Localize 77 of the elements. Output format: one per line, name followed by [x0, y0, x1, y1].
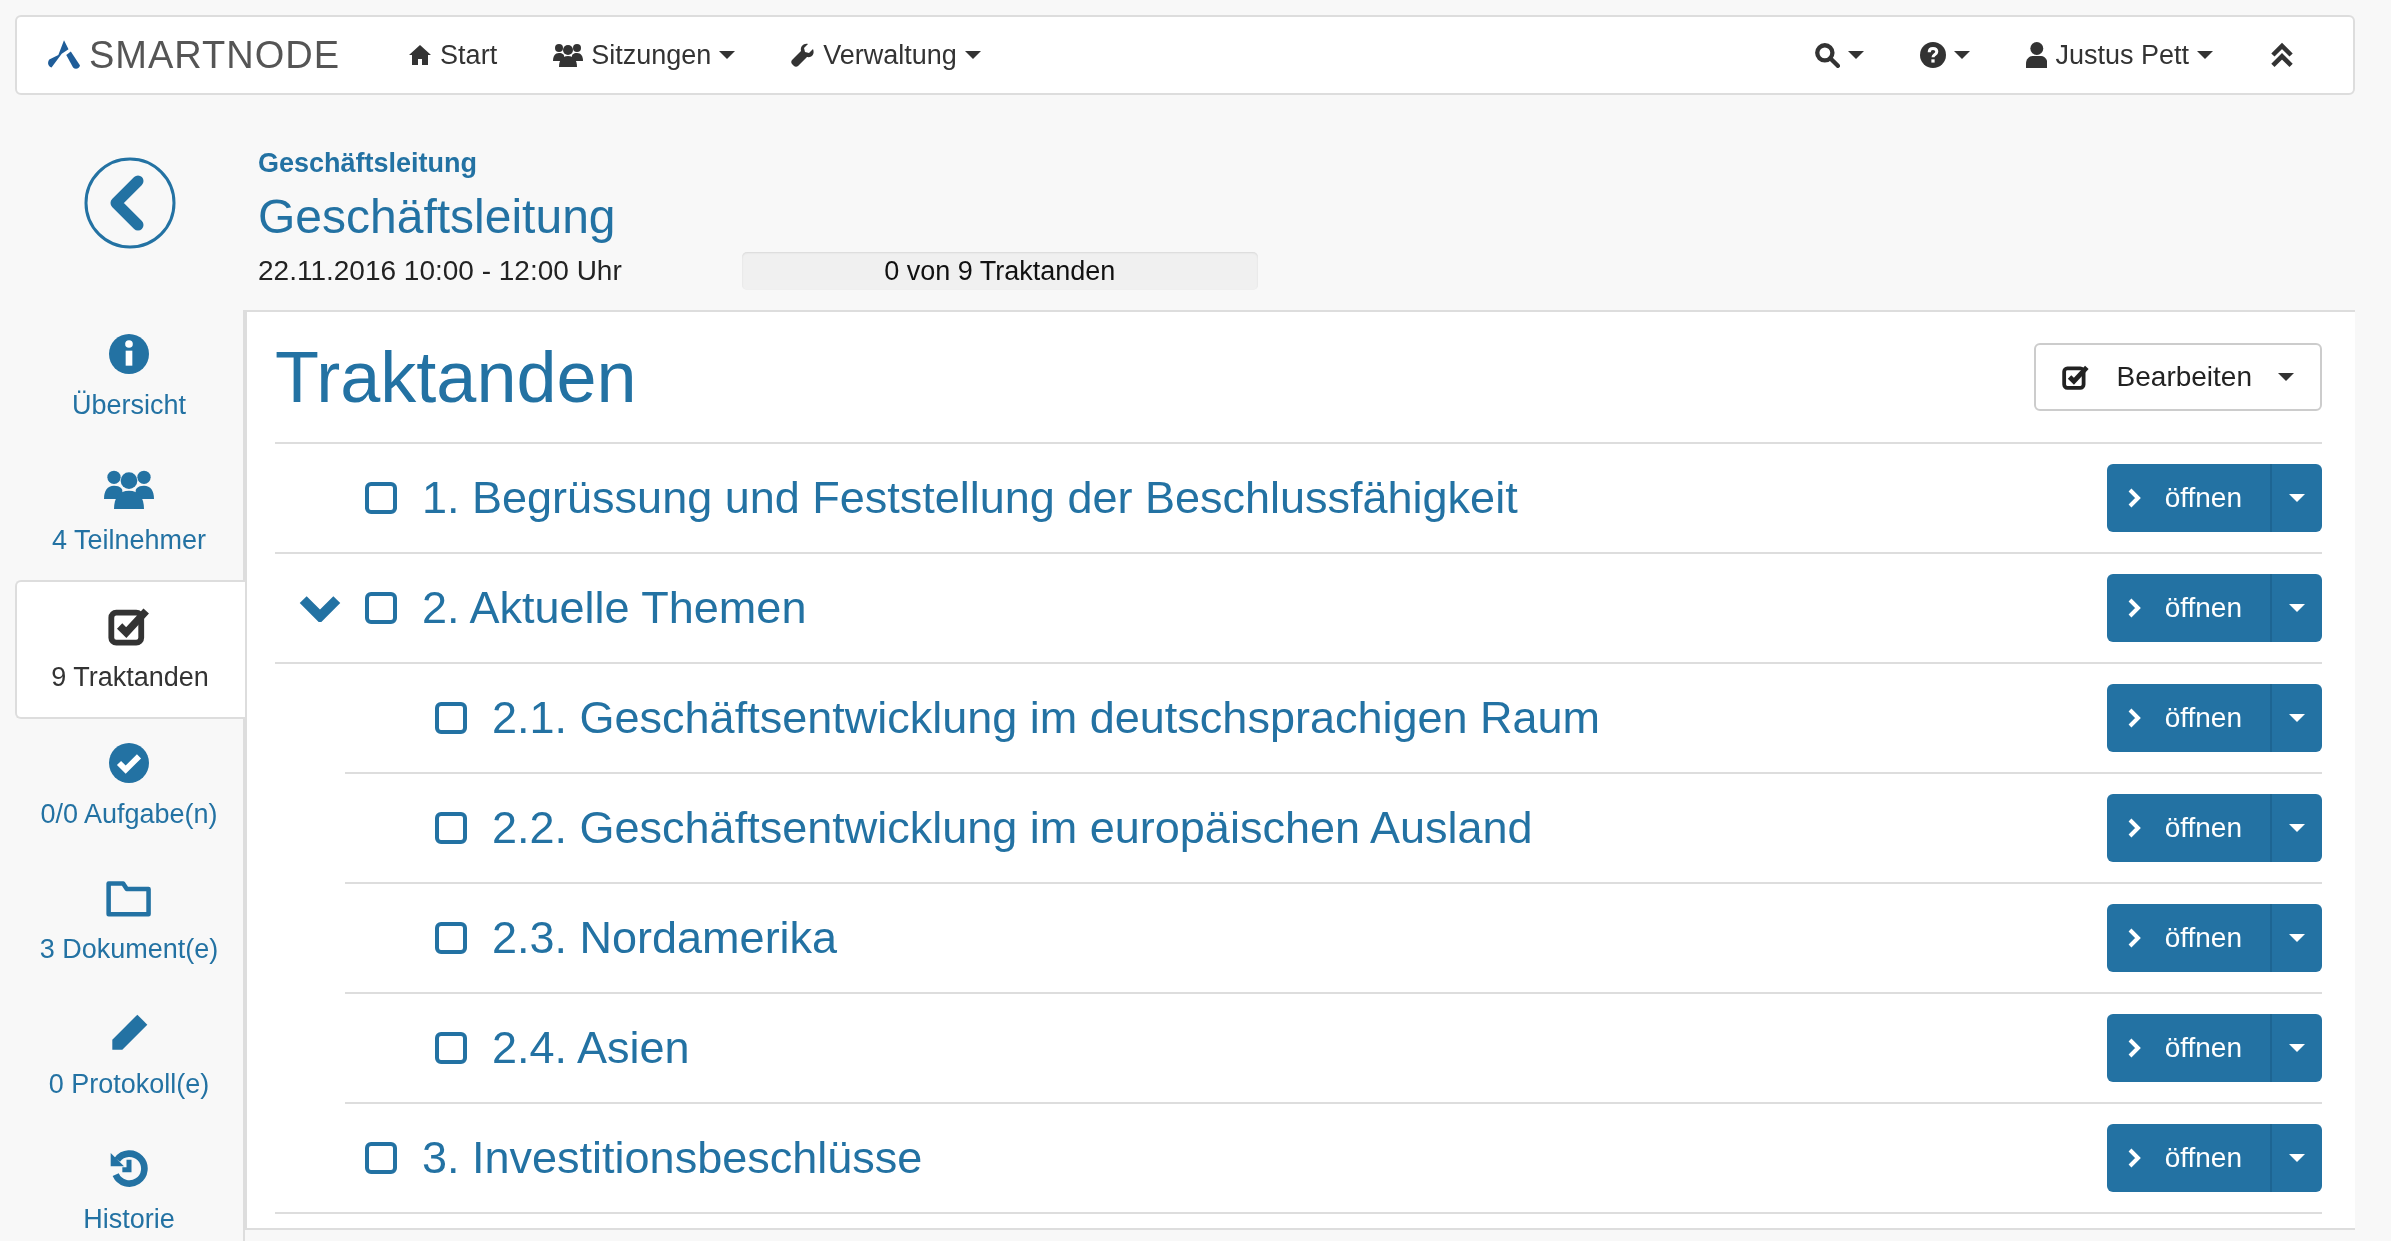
caret-icon — [1847, 51, 1864, 59]
checkbox[interactable] — [435, 922, 467, 954]
agenda-item-link[interactable]: 1. Begrüssung und Feststellung der Beschlussfähigkeit — [422, 472, 2107, 524]
checkbox[interactable] — [435, 812, 467, 844]
meeting-title: Geschäftsleitung — [258, 189, 616, 244]
sidebar-item[interactable]: 0/0 Aufgabe(n) — [15, 719, 243, 854]
open-button[interactable]: öffnen — [2106, 574, 2272, 642]
dropdown-toggle[interactable] — [2272, 574, 2322, 642]
caret-icon — [964, 51, 981, 59]
agenda-item-link[interactable]: 2.2. Geschäftsentwicklung im europäischen Ausland — [492, 802, 2107, 854]
chevron-right-icon — [2126, 927, 2141, 949]
nav-link[interactable]: Verwaltung — [763, 39, 1009, 71]
info-icon — [109, 334, 149, 374]
caret-icon — [1953, 51, 1970, 59]
chevron-right-icon — [2126, 707, 2141, 729]
sidebar-item[interactable]: 9 Traktanden — [15, 580, 245, 719]
double-chevron-up-icon — [2269, 42, 2295, 68]
sidebar-item[interactable]: Historie — [15, 1124, 243, 1241]
meeting-date: 22.11.2016 10:00 - 12:00 Uhr — [258, 255, 622, 287]
dropdown-toggle[interactable] — [2272, 794, 2322, 862]
agenda-item-link[interactable]: 2. Aktuelle Themen — [422, 582, 2107, 634]
wrench-icon — [791, 43, 816, 67]
check-circle-icon — [109, 743, 149, 783]
caret-icon — [2197, 51, 2213, 59]
agenda-item-link[interactable]: 2.4. Asien — [492, 1022, 2107, 1074]
sidebar-item[interactable]: 4 Teilnehmer — [15, 445, 243, 580]
open-button[interactable]: öffnen — [2106, 684, 2272, 752]
brand-name[interactable]: SMARTNODE — [89, 33, 341, 77]
agenda-item-link[interactable]: 2.3. Nordamerika — [492, 912, 2107, 964]
dropdown-toggle[interactable] — [2272, 1014, 2322, 1082]
chevron-right-icon — [2126, 1147, 2141, 1169]
help-icon — [1919, 42, 1946, 68]
chevron-right-icon — [2126, 597, 2141, 619]
edit-button[interactable]: Bearbeiten — [2034, 343, 2322, 411]
pencil-icon — [109, 1013, 149, 1053]
sidebar-item[interactable]: Übersicht — [15, 310, 243, 445]
progress-label: 0 von 9 Traktanden — [883, 254, 1117, 288]
dropdown-toggle[interactable] — [2272, 904, 2322, 972]
open-button[interactable]: öffnen — [2106, 1124, 2272, 1192]
open-button[interactable]: öffnen — [2106, 464, 2272, 532]
checkbox[interactable] — [365, 592, 397, 624]
folder-icon — [105, 878, 153, 918]
nav-link[interactable]: Start — [380, 39, 526, 71]
chevron-right-icon — [2126, 817, 2141, 839]
caret-icon — [719, 51, 736, 59]
history-icon — [109, 1148, 149, 1188]
open-button[interactable]: öffnen — [2106, 794, 2272, 862]
dropdown-toggle[interactable] — [2272, 684, 2322, 752]
sidebar-item[interactable]: 3 Dokument(e) — [15, 854, 243, 989]
nav-link[interactable]: Sitzungen — [525, 39, 764, 71]
dropdown-toggle[interactable] — [2272, 464, 2322, 532]
chevron-right-icon — [2126, 1037, 2141, 1059]
open-button[interactable]: öffnen — [2106, 1014, 2272, 1082]
users-icon — [553, 43, 584, 67]
agenda-item-link[interactable]: 2.1. Geschäftsentwicklung im deutschsprachigen Raum — [492, 692, 2107, 744]
breadcrumb-link[interactable]: Geschäftsleitung — [258, 148, 478, 179]
chevron-down-icon[interactable] — [299, 594, 341, 622]
checkbox[interactable] — [435, 702, 467, 734]
checkbox-checked-icon — [108, 606, 152, 646]
user-icon — [2025, 42, 2048, 68]
users-icon — [104, 469, 154, 509]
chevron-right-icon — [2126, 487, 2141, 509]
logo-icon — [47, 38, 81, 72]
back-button[interactable] — [84, 156, 176, 249]
caret-icon — [2278, 373, 2294, 381]
dropdown-toggle[interactable] — [2272, 1124, 2322, 1192]
sidebar-item[interactable]: 0 Protokoll(e) — [15, 989, 243, 1124]
agenda-item-link[interactable]: 3. Investitionsbeschlüsse — [422, 1132, 2107, 1184]
checkbox[interactable] — [365, 1142, 397, 1174]
checkbox-checked-icon — [2062, 364, 2091, 390]
search-icon — [1813, 42, 1840, 68]
section-title: Traktanden — [275, 336, 637, 418]
user-menu[interactable]: Justus Pett — [1997, 39, 2241, 71]
open-button[interactable]: öffnen — [2106, 904, 2272, 972]
home-icon — [408, 43, 433, 67]
checkbox[interactable] — [435, 1032, 467, 1064]
checkbox[interactable] — [365, 482, 397, 514]
